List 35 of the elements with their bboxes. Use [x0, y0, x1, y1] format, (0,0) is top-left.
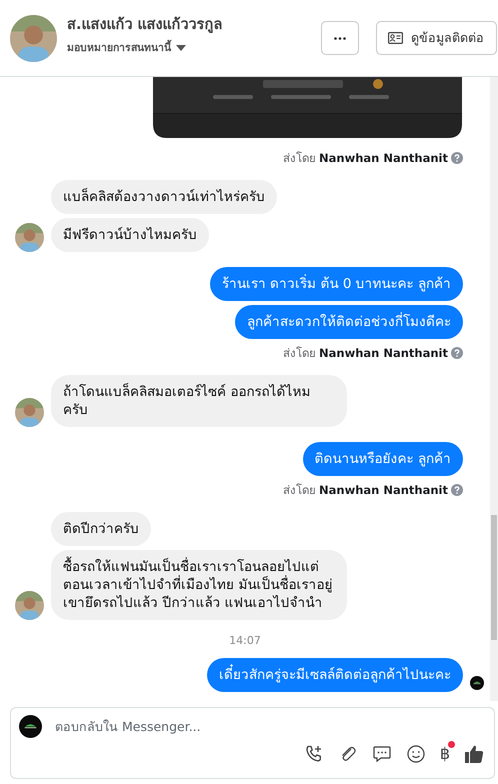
sent-by-label: ส่งโดย: [283, 482, 316, 499]
sent-by-label: ส่งโดย: [283, 150, 316, 167]
sender-name: Nanwhan Nanthanit: [319, 483, 448, 497]
sender-name: Nanwhan Nanthanit: [319, 151, 448, 165]
sent-message: ลูกค้าสะดวกให้ติดต่อช่วงกี่โมงดีคะ: [235, 305, 463, 339]
received-message: มีฟรีดาวน์บ้างไหมครับ: [51, 218, 209, 252]
help-icon[interactable]: [451, 484, 463, 496]
contact-card-icon: [388, 32, 403, 44]
more-icon: [334, 36, 346, 40]
caret-icon[interactable]: [176, 44, 186, 50]
profile-avatar: [10, 14, 57, 62]
help-icon[interactable]: [451, 152, 463, 164]
thumbs-up-icon[interactable]: [464, 744, 484, 764]
received-message: ถ้าโดนแบล็คลิสมอเตอร์ไซค์ ออกรถได้ไหมครับ: [51, 375, 347, 427]
received-message: ซื้อรถให้แฟนมันเป็นชื่อเราเราโอนลอยไปแต่ตอนเวลาเข้าไปจำที่เมืองไทย มันเป็นชื่อเราอยู่ เขายึดรถไปแล้ว ปีกว่าแล้ว แฟนเอาไปจำนำ: [51, 550, 347, 620]
help-icon[interactable]: [451, 347, 463, 359]
reply-field[interactable]: ตอบกลับใน Messenger...: [55, 719, 484, 734]
timestamp: 14:07: [229, 634, 261, 646]
sent-by-label: ส่งโดย: [283, 345, 316, 362]
chat-bubble-icon[interactable]: [372, 744, 392, 764]
scrollbar[interactable]: [490, 77, 498, 701]
contact-name: ส.แสงแก้ว แสงแก้ววรกูล: [67, 16, 224, 35]
scrollbar-thumb[interactable]: [491, 515, 497, 640]
sent-message: ติดนานหรือยังคะ ลูกค้า: [302, 442, 463, 476]
received-message: ติดปีกว่าครับ: [51, 512, 151, 546]
assign-conversation-link[interactable]: มอบหมายการสนทนานี้: [67, 39, 171, 56]
sent-message: เดี๋ยวสักครู่จะมีเซลล์ติดต่อลูกค้าไปนะคะ: [207, 658, 463, 692]
add-call-icon[interactable]: [304, 744, 324, 764]
baht-icon[interactable]: ฿: [440, 744, 450, 764]
contact-info-button[interactable]: ดูข้อมูลติดต่อ: [376, 21, 497, 55]
sender-name: Nanwhan Nanthanit: [319, 346, 448, 360]
smiley-icon[interactable]: [406, 744, 426, 764]
sent-message: ร้านเรา ดาวเริ่ม ต้น 0 บาทนะคะ ลูกค้า: [210, 267, 463, 301]
received-message: แบล็คลิสต้องวางดาวน์เท่าไหร่ครับ: [51, 180, 277, 214]
page-avatar: [19, 715, 42, 738]
